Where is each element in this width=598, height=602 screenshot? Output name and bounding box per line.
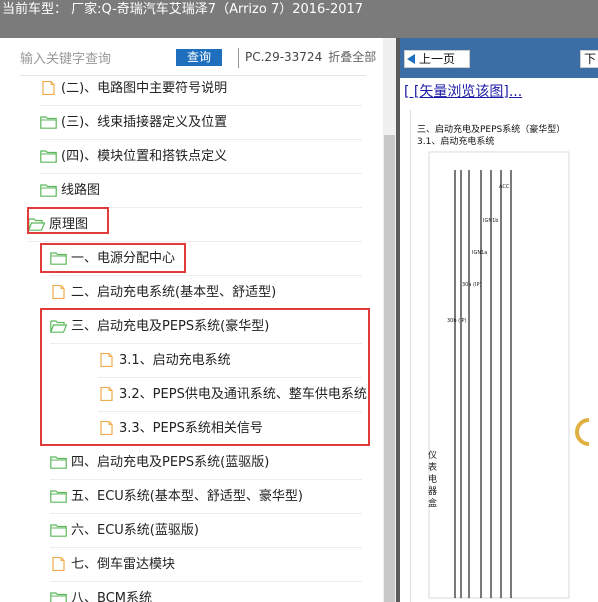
search-input[interactable] [20,50,170,68]
wire-label-acc: ACC [499,184,510,190]
tree-item-connectors[interactable]: (三)、线束插接器定义及位置 [40,106,362,140]
folder-icon [50,489,67,503]
highlight-box-peps-group [40,308,370,446]
prev-page-button[interactable]: 上一页 [404,50,470,68]
separator [238,48,239,68]
folder-icon [40,183,57,197]
tree-item-bcm[interactable]: 八、BCM系统 [50,582,362,602]
tree-item-wiring[interactable]: 线路图 [40,174,362,208]
tree-item-label: (三)、线束插接器定义及位置 [61,115,228,130]
folder-icon [50,591,67,602]
wire-label-30b: 30b (IP) [447,318,467,324]
tree-item-start-charge-basic[interactable]: 二、启动充电系统(基本型、舒适型) [50,276,362,310]
tree-item-ecu-blue[interactable]: 六、ECU系统(蓝驱版) [50,514,362,548]
highlight-box-power-distribution [40,243,186,273]
tree-item-label: 四、启动充电及PEPS系统(蓝驱版) [71,455,270,470]
wire-label-30a: 30a (IP) [462,282,481,288]
document-icon [52,556,65,571]
next-page-button[interactable]: 下 [580,50,598,68]
doc-subtitle: 3.1、启动充电系统 [417,137,495,147]
folder-icon [40,149,57,163]
viewer-panel: 上一页 下 [ [矢量浏览该图]... 三、启动充电及PEPS系统（豪华型） 3… [400,38,598,602]
title-bar: 当前车型： 厂家:Q-奇瑞汽车艾瑞泽7（Arrizo 7）2016-2017 [0,0,598,38]
search-bar: 查询 PC.29-33724 折叠全部 [0,38,380,76]
next-page-label: 下 [584,52,597,66]
folder-icon [50,523,67,537]
wire-label-ign1a: IGN1a [472,250,487,256]
box-label: 仪表电器盒 [426,450,437,510]
vector-view-link[interactable]: [ [矢量浏览该图]... [404,81,522,101]
collapse-all-link[interactable]: 折叠全部 [328,50,376,64]
highlight-box-schematics [27,207,109,234]
part-number: PC.29-33724 折叠全部 [245,48,376,65]
tree-item-label: 五、ECU系统(基本型、舒适型、豪华型) [71,489,303,504]
tree-item-start-charge-peps-blue[interactable]: 四、启动充电及PEPS系统(蓝驱版) [50,446,362,480]
tree-item-label: 二、启动充电系统(基本型、舒适型) [71,285,277,300]
tree-item-module-locations[interactable]: (四)、模块位置和搭铁点定义 [40,140,362,174]
viewer-toolbar: 上一页 下 [400,38,598,78]
folder-icon [40,115,57,129]
scrollbar-thumb[interactable] [384,135,395,602]
part-number-text: PC.29-33724 [245,50,323,64]
prev-page-label: 上一页 [419,52,456,66]
document-icon [52,284,65,299]
tree-item-label: (二)、电路图中主要符号说明 [61,81,228,96]
arrow-left-icon [407,54,415,64]
tree-item-parking-radar[interactable]: 七、倒车雷达模块 [50,548,362,582]
tree-item-label: (四)、模块位置和搭铁点定义 [61,149,228,164]
tree-item-label: 线路图 [61,183,101,198]
search-button[interactable]: 查询 [176,49,222,66]
tree-item-label: 七、倒车雷达模块 [71,557,176,572]
document-icon [42,80,55,95]
tree-item-ecu-standard[interactable]: 五、ECU系统(基本型、舒适型、豪华型) [50,480,362,514]
schematic-diagram: ACC IGN1b IGN1a 30a (IP) 30b (IP) 仪表电器盒 [426,151,590,599]
wire-label-ign1b: IGN1b [483,218,498,224]
tree-item-symbols[interactable]: (二)、电路图中主要符号说明 [40,72,362,106]
folder-icon [50,455,67,469]
schematic-document: 三、启动充电及PEPS系统（豪华型） 3.1、启动充电系统 ACC IGN1b … [410,110,598,602]
logo-fragment-icon [575,418,590,446]
tree-item-label: 六、ECU系统(蓝驱版) [71,523,199,538]
tree-item-label: 八、BCM系统 [71,591,152,602]
vehicle-title: 当前车型： 厂家:Q-奇瑞汽车艾瑞泽7（Arrizo 7）2016-2017 [2,2,364,17]
